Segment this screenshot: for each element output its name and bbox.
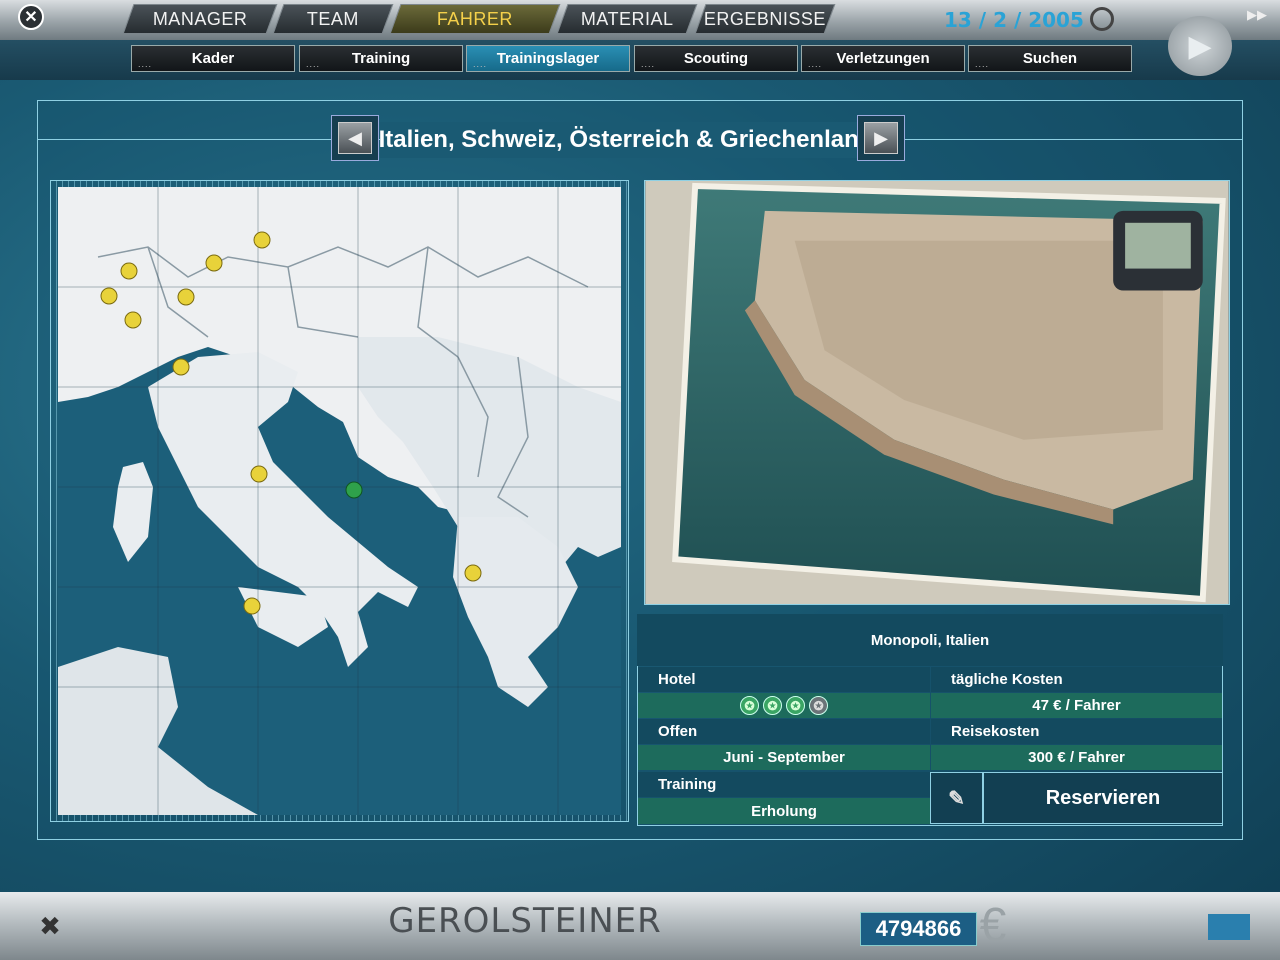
subtab-dots: .... [138,59,153,69]
tab-label: MANAGER [152,8,248,29]
footer-indicator [1208,914,1250,940]
subtab-scouting[interactable]: Scouting.... [634,45,798,72]
map-pin[interactable] [177,288,195,306]
subtab-label: Verletzungen [836,50,930,67]
subtab-label: Training [351,50,411,67]
budget-display: 4794866 [860,912,977,946]
map-pin[interactable] [205,254,223,272]
map-pin[interactable] [250,465,268,483]
travel-cost-label: Reisekosten [931,719,1222,744]
tab-team[interactable]: TEAM [272,4,394,34]
region-map [58,187,621,815]
map-pin[interactable] [172,358,190,376]
map-pin[interactable] [100,287,118,305]
open-value: Juni - September [638,745,930,770]
subtab-dots: .... [641,59,656,69]
tab-fahrer[interactable]: FAHRER [389,4,561,34]
close-icon[interactable]: ✕ [18,4,44,30]
region-title: Italien, Schweiz, Österreich & Griechenl… [380,122,872,158]
training-value[interactable]: Erholung [638,798,930,824]
current-date: 13 / 2 / 2005 [944,8,1084,32]
tab-label: ERGEBNISSE [703,8,827,29]
location-photo [644,180,1230,605]
subtab-training[interactable]: Training.... [299,45,463,72]
daily-cost-label: tägliche Kosten [931,667,1222,692]
star-icon: ✪ [740,696,759,715]
hotel-label: Hotel [638,667,930,692]
map-pin[interactable] [120,262,138,280]
map-pin-selected[interactable] [345,481,363,499]
next-region-button[interactable]: ▶ [857,115,905,161]
tab-ergebnisse[interactable]: ERGEBNISSE [694,4,836,34]
training-label: Training [638,772,930,797]
map-pin[interactable] [243,597,261,615]
clock-icon [1090,7,1114,31]
arrow-right-icon: ▶ [864,122,898,154]
subtab-dots: .... [808,59,823,69]
subtab-kader[interactable]: Kader.... [131,45,295,72]
subtab-label: Suchen [1022,50,1078,67]
subtab-suchen[interactable]: Suchen.... [968,45,1132,72]
team-name: GEROLSTEINER [388,901,662,941]
subtab-dots: .... [306,59,321,69]
reserve-button[interactable]: Reservieren [983,772,1223,824]
open-label: Offen [638,719,930,744]
currency-symbol: € [979,898,1007,952]
map-pin[interactable] [253,231,271,249]
subtab-label: Scouting [683,50,749,67]
subtab-label: Kader [191,50,235,67]
subtab-verletzungen[interactable]: Verletzungen.... [801,45,965,72]
subtab-dots: .... [473,59,488,69]
map-pin[interactable] [464,564,482,582]
tools-icon[interactable]: ✖ [30,906,70,946]
star-empty-icon: ✪ [809,696,828,715]
fast-forward-icon[interactable]: ▶▶ [1244,4,1270,26]
tab-label: MATERIAL [580,8,674,29]
star-icon: ✪ [763,696,782,715]
tab-label: TEAM [306,8,359,29]
travel-cost-value: 300 € / Fahrer [931,745,1222,770]
prev-region-button[interactable]: ◀ [331,115,379,161]
edit-training-button[interactable]: ✎ [930,772,983,824]
subtab-label: Trainingslager [496,50,600,67]
arrow-left-icon: ◀ [338,122,372,154]
pencil-icon: ✎ [948,787,965,810]
location-name: Monopoli, Italien [637,614,1223,666]
tab-material[interactable]: MATERIAL [556,4,698,34]
tab-manager[interactable]: MANAGER [122,4,278,34]
play-icon[interactable]: ▶ [1168,16,1232,76]
tab-label: FAHRER [436,8,513,29]
map-pin[interactable] [124,311,142,329]
subtab-dots: .... [975,59,990,69]
star-icon: ✪ [786,696,805,715]
daily-cost-value: 47 € / Fahrer [931,693,1222,718]
subtab-trainingslager[interactable]: Trainingslager.... [466,45,630,72]
hotel-rating: ✪ ✪ ✪ ✪ [638,693,930,718]
